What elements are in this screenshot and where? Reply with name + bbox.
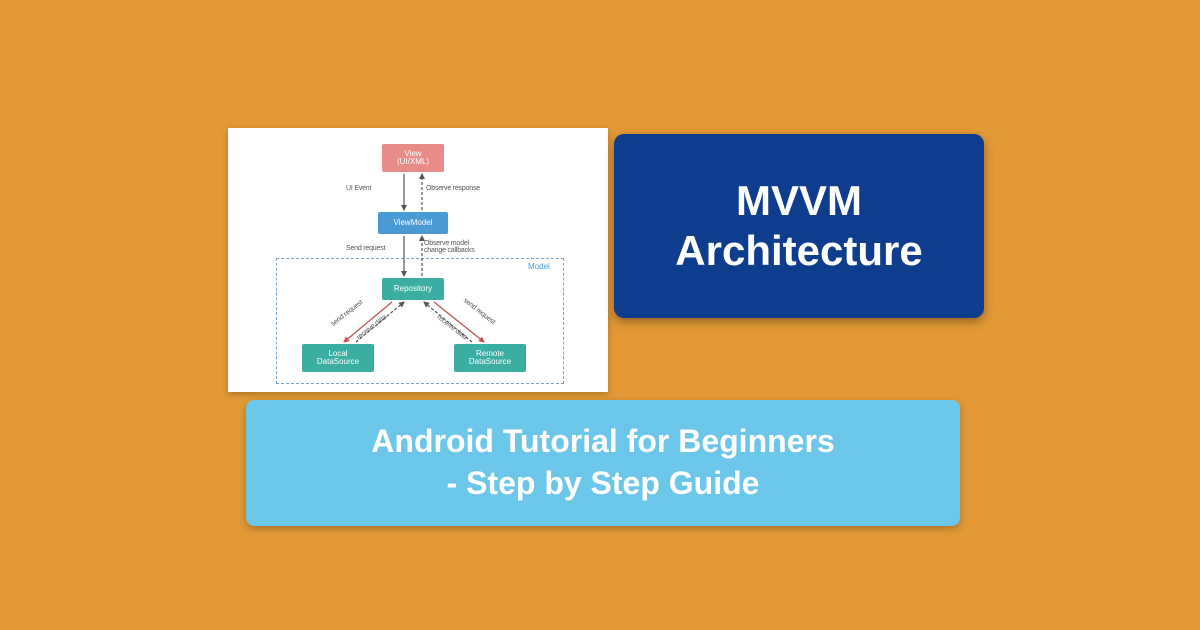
local-datasource-node: LocalDataSource — [302, 344, 374, 372]
remote-ds-label: RemoteDataSource — [469, 350, 511, 367]
repository-node-label: Repository — [394, 285, 432, 293]
title-line2: Architecture — [675, 227, 922, 274]
view-node-label: View(UI/XML) — [397, 150, 429, 167]
viewmodel-node-label: ViewModel — [394, 219, 433, 227]
viewmodel-node: ViewModel — [378, 212, 448, 234]
local-ds-label: LocalDataSource — [317, 350, 359, 367]
remote-datasource-node: RemoteDataSource — [454, 344, 526, 372]
subtitle-line2: - Step by Step Guide — [447, 465, 760, 501]
mvvm-diagram-panel: Model View(UI/XML) ViewModel Repository … — [228, 128, 608, 392]
subtitle-card: Android Tutorial for Beginners - Step by… — [246, 400, 960, 526]
title-line1: MVVM — [736, 177, 862, 224]
subtitle-card-text: Android Tutorial for Beginners - Step by… — [371, 421, 834, 504]
edge-label-observe-response: Observe response — [426, 185, 480, 192]
edge-label-ui-event: UI Event — [346, 185, 371, 192]
subtitle-line1: Android Tutorial for Beginners — [371, 423, 834, 459]
view-node: View(UI/XML) — [382, 144, 444, 172]
repository-node: Repository — [382, 278, 444, 300]
title-card-text: MVVM Architecture — [675, 176, 922, 275]
title-card: MVVM Architecture — [614, 134, 984, 318]
model-container-label: Model — [528, 262, 550, 271]
edge-label-observe-model: Observe modelchange callbacks — [424, 240, 482, 254]
edge-label-send-request: Send request — [346, 245, 385, 252]
